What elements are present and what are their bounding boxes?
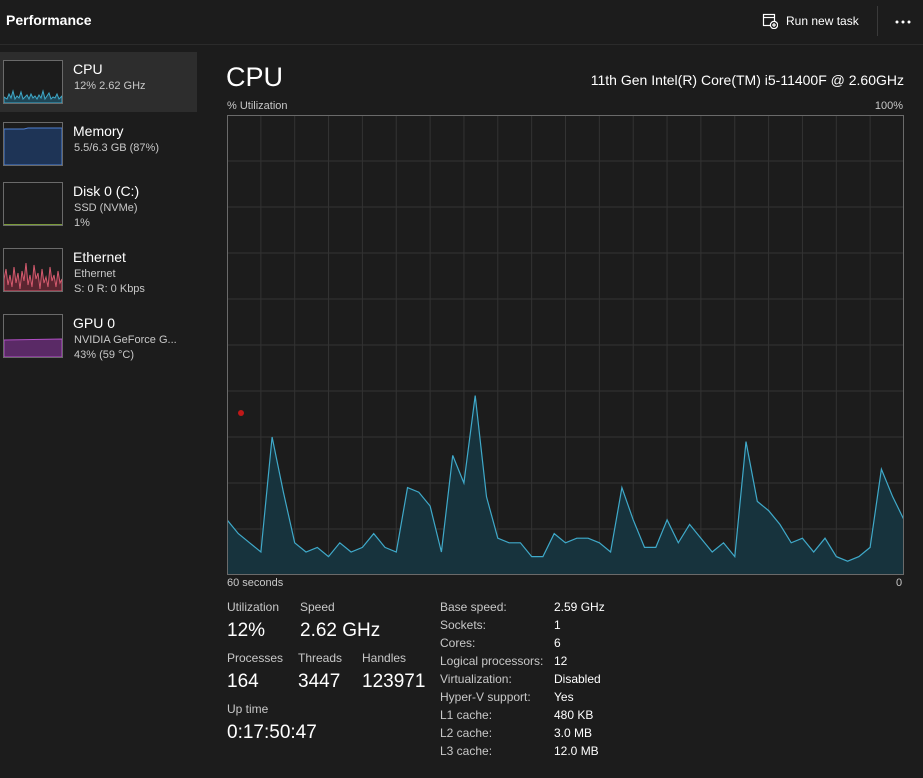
sidebar-item-label: Ethernet	[73, 249, 126, 265]
spec-value-sockets: 1	[554, 618, 561, 632]
time-axis-end-label: 0	[896, 577, 903, 589]
gpu-thumbnail-graph	[3, 314, 63, 358]
cursor-dot	[238, 410, 244, 416]
spec-label-l3-cache: L3 cache:	[440, 744, 493, 758]
threads-label: Threads	[298, 651, 343, 665]
handles-label: Handles	[362, 651, 407, 665]
utilization-label: Utilization	[227, 600, 280, 614]
sidebar-item-detail: 5.5/6.3 GB (87%)	[74, 142, 159, 154]
cpu-model-name: 11th Gen Intel(R) Core(TM) i5-11400F @ 2…	[590, 72, 904, 88]
ethernet-thumbnail-graph	[3, 248, 63, 292]
utilization-axis-label: % Utilization	[227, 100, 288, 112]
sidebar-item-detail-2: 43% (59 °C)	[74, 349, 135, 361]
sidebar-item-detail-2: 1%	[74, 217, 90, 229]
sidebar-item-detail: 12% 2.62 GHz	[74, 80, 146, 92]
sidebar-item-detail: SSD (NVMe)	[74, 202, 138, 214]
sidebar-item-disk[interactable]: Disk 0 (C:) SSD (NVMe) 1%	[0, 174, 197, 234]
spec-label-cores: Cores:	[440, 636, 476, 650]
spec-value-logical-processors: 12	[554, 654, 568, 668]
uptime-label: Up time	[227, 702, 269, 716]
time-axis-start-label: 60 seconds	[227, 577, 284, 589]
processes-value: 164	[227, 671, 259, 692]
spec-value-base-speed: 2.59 GHz	[554, 600, 605, 614]
spec-label-l2-cache: L2 cache:	[440, 726, 493, 740]
sidebar-item-detail-2: S: 0 R: 0 Kbps	[74, 283, 145, 295]
spec-label-sockets: Sockets:	[440, 618, 487, 632]
memory-thumbnail-graph	[3, 122, 63, 166]
main-title: CPU	[226, 62, 284, 92]
sidebar-item-detail: Ethernet	[74, 268, 116, 280]
run-new-task-button[interactable]: Run new task	[762, 10, 859, 32]
spec-label-base-speed: Base speed:	[440, 600, 507, 614]
processes-label: Processes	[227, 651, 284, 665]
header-divider	[877, 6, 878, 36]
cpu-thumbnail-graph	[3, 60, 63, 104]
uptime-value: 0:17:50:47	[227, 722, 317, 743]
sidebar-item-ethernet[interactable]: Ethernet Ethernet S: 0 R: 0 Kbps	[0, 240, 197, 300]
spec-value-l2-cache: 3.0 MB	[554, 726, 593, 740]
sidebar-item-label: Disk 0 (C:)	[73, 183, 140, 199]
threads-value: 3447	[298, 671, 341, 692]
speed-value: 2.62 GHz	[300, 620, 381, 641]
task-manager-window: Performance Run new task CPU 12% 2.62 GH…	[0, 0, 923, 778]
spec-value-l1-cache: 480 KB	[554, 708, 594, 722]
spec-label-logical-processors: Logical processors:	[440, 654, 544, 668]
disk-thumbnail-graph	[3, 182, 63, 226]
spec-value-l3-cache: 12.0 MB	[554, 744, 599, 758]
spec-label-virtualization: Virtualization:	[440, 672, 512, 686]
sidebar-item-cpu[interactable]: CPU 12% 2.62 GHz	[0, 52, 197, 112]
speed-label: Speed	[300, 600, 335, 614]
sidebar-item-label: CPU	[73, 61, 103, 77]
sidebar-item-label: Memory	[73, 123, 124, 139]
spec-value-hyper-v: Yes	[554, 690, 574, 704]
ellipsis-icon	[894, 12, 912, 30]
sidebar-item-gpu[interactable]: GPU 0 NVIDIA GeForce G... 43% (59 °C)	[0, 306, 197, 366]
spec-label-l1-cache: L1 cache:	[440, 708, 493, 722]
header-bar: Performance Run new task	[0, 0, 923, 45]
spec-value-virtualization: Disabled	[554, 672, 601, 686]
sidebar-item-memory[interactable]: Memory 5.5/6.3 GB (87%)	[0, 114, 197, 174]
cpu-utilization-graph	[227, 115, 904, 575]
spec-value-cores: 6	[554, 636, 561, 650]
utilization-value: 12%	[227, 620, 266, 641]
page-title: Performance	[6, 12, 92, 28]
handles-value: 123971	[362, 671, 426, 692]
sidebar-item-label: GPU 0	[73, 315, 116, 331]
sidebar-item-detail: NVIDIA GeForce G...	[74, 334, 177, 346]
spec-label-hyper-v: Hyper-V support:	[440, 690, 531, 704]
run-task-icon	[762, 13, 778, 29]
more-options-button[interactable]	[890, 8, 916, 34]
cpu-graph-svg	[227, 115, 904, 575]
utilization-max-label: 100%	[874, 100, 903, 112]
run-task-label: Run new task	[786, 14, 859, 28]
